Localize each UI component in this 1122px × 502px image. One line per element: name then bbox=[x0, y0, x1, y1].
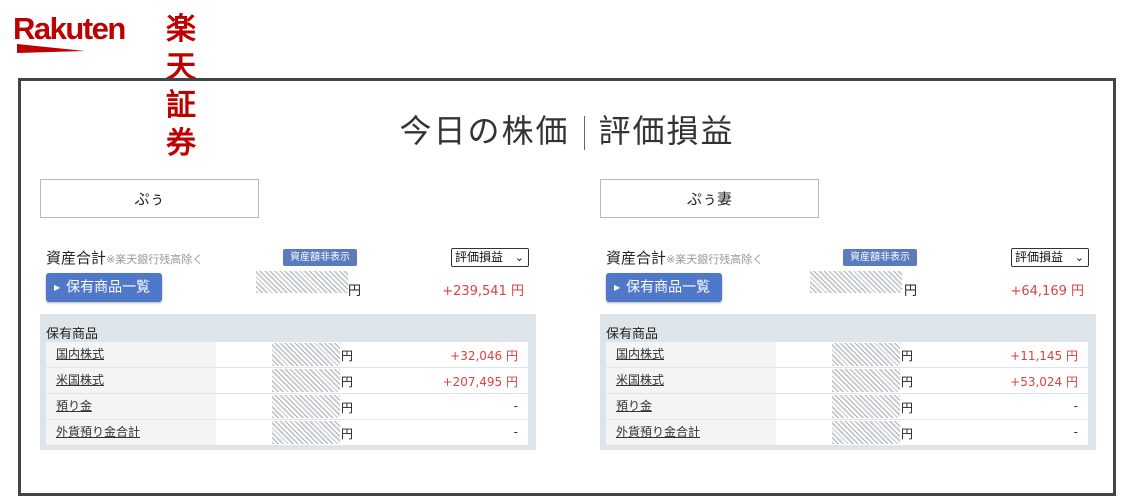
table-row: 預り金 円 - bbox=[606, 394, 1088, 419]
holding-profit-loss: +32,046 円 bbox=[450, 349, 518, 363]
holdings-list-button[interactable]: ▶ 保有商品一覧 bbox=[606, 273, 722, 302]
holding-profit-loss: +53,024 円 bbox=[1010, 375, 1078, 389]
table-row: 外貨預り金合計 円 - bbox=[46, 420, 528, 445]
masked-total-amount bbox=[810, 271, 902, 293]
holding-profit-loss: - bbox=[513, 425, 518, 439]
title-divider bbox=[583, 116, 585, 150]
holdings-table: 保有商品 国内株式 円 +11,145 円 米国株式 円 +53,024 円 預… bbox=[600, 314, 1096, 450]
holding-profit-loss: +11,145 円 bbox=[1010, 349, 1078, 363]
holding-link[interactable]: 国内株式 bbox=[616, 347, 664, 361]
masked-value bbox=[832, 421, 900, 444]
holding-name-cell: 米国株式 bbox=[606, 368, 776, 393]
hide-assets-button[interactable]: 資産額非表示 bbox=[283, 249, 357, 266]
holding-link[interactable]: 米国株式 bbox=[616, 373, 664, 387]
asset-total-note: ※楽天銀行残高除く bbox=[106, 253, 204, 266]
holding-yen-unit: 円 bbox=[901, 349, 914, 363]
holding-link[interactable]: 預り金 bbox=[616, 399, 652, 413]
holding-name-cell: 国内株式 bbox=[46, 342, 216, 367]
chevron-down-icon: ⌄ bbox=[514, 251, 524, 264]
holding-yen-unit: 円 bbox=[901, 401, 914, 415]
hide-assets-button[interactable]: 資産額非表示 bbox=[843, 249, 917, 266]
masked-total-amount bbox=[256, 271, 348, 293]
asset-total-label: 資産合計※楽天銀行残高除く bbox=[606, 247, 763, 268]
title-valuation-pl: 評価損益 bbox=[598, 112, 735, 150]
holding-yen-unit: 円 bbox=[341, 401, 354, 415]
holding-name-cell: 預り金 bbox=[606, 394, 776, 419]
masked-value bbox=[272, 343, 340, 366]
asset-total-text: 資産合計 bbox=[46, 249, 107, 267]
holdings-list-label: 保有商品一覧 bbox=[66, 279, 151, 296]
holding-link[interactable]: 預り金 bbox=[56, 399, 92, 413]
holdings-list-button[interactable]: ▶ 保有商品一覧 bbox=[46, 273, 162, 302]
asset-total-text: 資産合計 bbox=[606, 249, 667, 267]
display-mode-select[interactable]: 評価損益 ⌄ bbox=[451, 248, 529, 267]
display-mode-select[interactable]: 評価損益 ⌄ bbox=[1011, 248, 1089, 267]
asset-total-label: 資産合計※楽天銀行残高除く bbox=[46, 247, 203, 268]
table-row: 預り金 円 - bbox=[46, 394, 528, 419]
caret-right-icon: ▶ bbox=[614, 283, 621, 292]
masked-value bbox=[272, 421, 340, 444]
holding-link[interactable]: 外貨預り金合計 bbox=[616, 425, 700, 439]
holdings-table: 保有商品 国内株式 円 +32,046 円 米国株式 円 +207,495 円 … bbox=[40, 314, 536, 450]
total-profit-loss: +64,169 円 bbox=[1010, 284, 1084, 299]
table-row: 米国株式 円 +53,024 円 bbox=[606, 368, 1088, 393]
display-mode-value: 評価損益 bbox=[1015, 250, 1064, 264]
holding-link[interactable]: 米国株式 bbox=[56, 373, 104, 387]
masked-value bbox=[832, 395, 900, 418]
table-row: 国内株式 円 +32,046 円 bbox=[46, 342, 528, 367]
holding-yen-unit: 円 bbox=[341, 349, 354, 363]
holding-name-cell: 外貨預り金合計 bbox=[606, 420, 776, 445]
display-mode-value: 評価損益 bbox=[455, 250, 504, 264]
holdings-table-header: 保有商品 bbox=[46, 327, 99, 342]
masked-value bbox=[832, 369, 900, 392]
table-row: 外貨預り金合計 円 - bbox=[606, 420, 1088, 445]
holding-profit-loss: - bbox=[513, 399, 518, 413]
total-profit-loss: +239,541 円 bbox=[442, 284, 524, 299]
total-yen-unit: 円 bbox=[904, 284, 918, 299]
account-name: ぷぅ妻 bbox=[600, 179, 819, 218]
logo-swoosh-icon bbox=[17, 44, 85, 53]
holding-profit-loss: +207,495 円 bbox=[442, 375, 519, 389]
table-row: 米国株式 円 +207,495 円 bbox=[46, 368, 528, 393]
masked-value bbox=[832, 343, 900, 366]
account-name: ぷぅ bbox=[40, 179, 259, 218]
title-todays-price: 今日の株価 bbox=[399, 112, 570, 150]
holding-name-cell: 外貨預り金合計 bbox=[46, 420, 216, 445]
holding-link[interactable]: 外貨預り金合計 bbox=[56, 425, 140, 439]
holding-yen-unit: 円 bbox=[901, 427, 914, 441]
holding-name-cell: 米国株式 bbox=[46, 368, 216, 393]
stock-summary-panel: 今日の株価 評価損益 ぷぅ 資産合計※楽天銀行残高除く 資産額非表示 評価損益 ⌄… bbox=[18, 78, 1116, 496]
account-card-1: ぷぅ 資産合計※楽天銀行残高除く 資産額非表示 評価損益 ⌄ ▶ 保有商品一覧 円… bbox=[40, 179, 536, 459]
holding-name-cell: 預り金 bbox=[46, 394, 216, 419]
holding-link[interactable]: 国内株式 bbox=[56, 347, 104, 361]
table-row: 国内株式 円 +11,145 円 bbox=[606, 342, 1088, 367]
holding-yen-unit: 円 bbox=[341, 427, 354, 441]
page-title: 今日の株価 評価損益 bbox=[21, 111, 1113, 151]
holding-profit-loss: - bbox=[1073, 399, 1078, 413]
holdings-list-label: 保有商品一覧 bbox=[626, 279, 711, 296]
account-card-2: ぷぅ妻 資産合計※楽天銀行残高除く 資産額非表示 評価損益 ⌄ ▶ 保有商品一覧 … bbox=[600, 179, 1096, 459]
holding-name-cell: 国内株式 bbox=[606, 342, 776, 367]
asset-total-note: ※楽天銀行残高除く bbox=[666, 253, 764, 266]
holding-yen-unit: 円 bbox=[341, 375, 354, 389]
holding-profit-loss: - bbox=[1073, 425, 1078, 439]
total-yen-unit: 円 bbox=[348, 284, 362, 299]
caret-right-icon: ▶ bbox=[54, 283, 61, 292]
holdings-table-header: 保有商品 bbox=[606, 327, 659, 342]
chevron-down-icon: ⌄ bbox=[1074, 251, 1084, 264]
masked-value bbox=[272, 369, 340, 392]
masked-value bbox=[272, 395, 340, 418]
holding-yen-unit: 円 bbox=[901, 375, 914, 389]
